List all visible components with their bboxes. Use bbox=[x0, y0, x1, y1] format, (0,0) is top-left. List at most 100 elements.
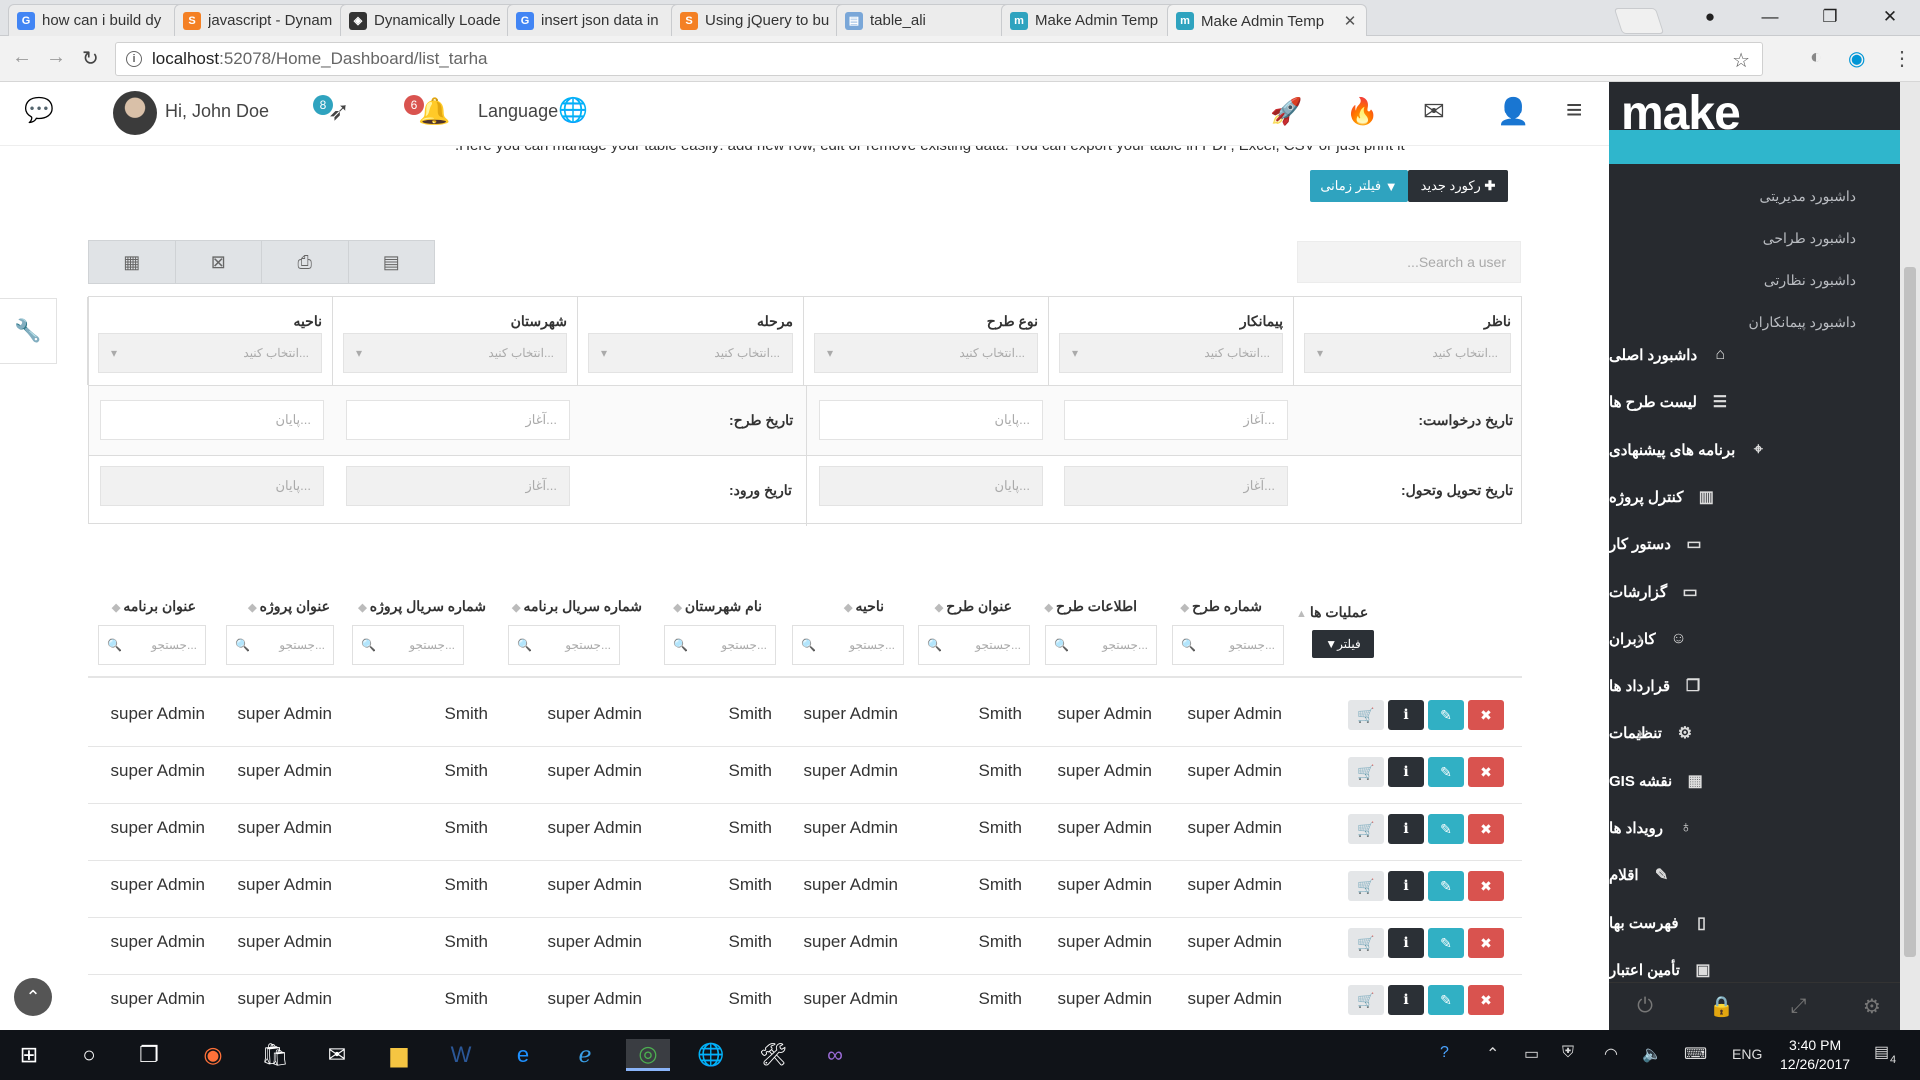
keyboard-icon[interactable]: ⌨ bbox=[1684, 1044, 1707, 1064]
filter-select[interactable]: ▾ انتخاب کنید... bbox=[98, 333, 322, 373]
cart-icon[interactable]: 🛒 bbox=[1348, 985, 1384, 1015]
user-greeting[interactable]: Hi, John Doe bbox=[165, 101, 269, 122]
column-search-input[interactable]: 🔍 جستجو... bbox=[664, 625, 776, 665]
plan-date-start[interactable]: آغاز... bbox=[346, 400, 570, 440]
fullscreen-icon[interactable]: ⤢ bbox=[1791, 995, 1807, 1018]
column-search-input[interactable]: 🔍 جستجو... bbox=[98, 625, 206, 665]
language-selector[interactable]: Language bbox=[478, 101, 558, 122]
column-header[interactable]: عنوان برنامه◆ bbox=[112, 598, 196, 615]
chrome-menu-icon[interactable]: ⋮ bbox=[1892, 46, 1912, 71]
edit-icon[interactable]: ✎ bbox=[1428, 871, 1464, 901]
info-icon[interactable]: i bbox=[1388, 928, 1424, 958]
firefox-icon[interactable]: ◉ bbox=[196, 1039, 230, 1071]
hamburger-menu-icon[interactable]: ≡ bbox=[1566, 94, 1582, 126]
cart-icon[interactable]: 🛒 bbox=[1348, 814, 1384, 844]
url-input[interactable]: i localhost:52078/Home_Dashboard/list_ta… bbox=[115, 42, 1763, 76]
sidebar-item[interactable]: ❐ قرارداد ها bbox=[1609, 671, 1909, 701]
scrollbar-thumb[interactable] bbox=[1904, 267, 1916, 957]
hp-extension-icon[interactable]: ◉ bbox=[1848, 46, 1865, 71]
sidebar-item-dashboard[interactable] bbox=[1609, 130, 1909, 164]
print-icon[interactable]: ⎙ bbox=[262, 241, 349, 283]
request-date-start[interactable]: آغاز... bbox=[1064, 400, 1288, 440]
table-view-icon[interactable]: ▦ bbox=[89, 241, 176, 283]
back-icon[interactable]: ← bbox=[12, 46, 32, 69]
language-indicator[interactable]: ENG bbox=[1732, 1046, 1762, 1062]
chrome-icon[interactable]: ◎ bbox=[626, 1039, 670, 1071]
visual-studio-icon[interactable]: ∞ bbox=[818, 1039, 852, 1071]
reload-icon[interactable]: ↻ bbox=[82, 46, 99, 71]
user-profile-icon[interactable]: 👤 bbox=[1497, 96, 1529, 127]
edit-icon[interactable]: ✎ bbox=[1428, 700, 1464, 730]
file-explorer-icon[interactable]: ▆ bbox=[382, 1039, 416, 1071]
rocket-icon[interactable]: 🚀 bbox=[1270, 96, 1302, 127]
maximize-button[interactable]: ❐ bbox=[1800, 0, 1860, 34]
info-icon[interactable]: i bbox=[1388, 814, 1424, 844]
column-search-input[interactable]: 🔍 جستجو... bbox=[1045, 625, 1157, 665]
power-icon[interactable]: ⏻ bbox=[1637, 995, 1653, 1018]
sidebar-item[interactable]: ▥ کنترل پروژه bbox=[1609, 482, 1909, 512]
column-header[interactable]: عنوان پروژه◆ bbox=[248, 598, 330, 615]
volume-icon[interactable]: 🔈 bbox=[1642, 1044, 1662, 1064]
sidebar-subitem[interactable]: داشبورد پیمانکاران bbox=[1748, 314, 1856, 331]
windows-start-icon[interactable]: ⊞ bbox=[12, 1039, 46, 1071]
column-search-input[interactable]: 🔍 جستجو... bbox=[792, 625, 904, 665]
time-filter-button[interactable]: فیلتر زمانی ▼ bbox=[1310, 170, 1408, 202]
site-info-icon[interactable]: i bbox=[126, 51, 142, 67]
pdf-export-icon[interactable]: ▤ bbox=[349, 241, 435, 283]
shield-icon[interactable]: ⛨ bbox=[1562, 1044, 1574, 1062]
wifi-icon[interactable]: ◠ bbox=[1604, 1044, 1618, 1064]
column-search-input[interactable]: 🔍 جستجو... bbox=[1172, 625, 1284, 665]
sidebar-item[interactable]: ▭ گزارشات bbox=[1609, 577, 1909, 607]
sidebar-item[interactable]: ☰ لیست طرح ها bbox=[1609, 387, 1909, 417]
filter-select[interactable]: ▾ انتخاب کنید... bbox=[814, 333, 1038, 373]
mail-icon[interactable]: ✉ bbox=[320, 1039, 354, 1071]
filter-select[interactable]: ▾ انتخاب کنید... bbox=[1059, 333, 1283, 373]
sidebar-item[interactable]: ☺ کاربران ‹ bbox=[1609, 624, 1909, 654]
extension-icon[interactable]: ◐ bbox=[1810, 46, 1822, 69]
column-header[interactable]: ناحیه◆ bbox=[844, 598, 884, 615]
delete-icon[interactable]: ✖ bbox=[1468, 700, 1504, 730]
column-search-input[interactable]: 🔍 جستجو... bbox=[352, 625, 464, 665]
bookmark-star-icon[interactable]: ☆ bbox=[1732, 48, 1750, 73]
settings-icon[interactable]: ⚙ bbox=[1863, 994, 1881, 1019]
delete-icon[interactable]: ✖ bbox=[1468, 871, 1504, 901]
edit-icon[interactable]: ✎ bbox=[1428, 757, 1464, 787]
sidebar-item[interactable]: ▯ فهرست بها bbox=[1609, 908, 1909, 938]
wrench-icon[interactable]: 🔧 bbox=[0, 298, 57, 364]
filter-select[interactable]: ▾ انتخاب کنید... bbox=[1304, 333, 1511, 373]
system-clock[interactable]: 3:40 PM 12/26/2017 bbox=[1780, 1036, 1850, 1074]
sidebar-item[interactable]: ✎ اقلام bbox=[1609, 860, 1909, 890]
minimize-button[interactable]: — bbox=[1740, 0, 1800, 34]
task-view-icon[interactable]: ❐ bbox=[132, 1039, 166, 1071]
help-icon[interactable]: ? bbox=[1440, 1044, 1449, 1062]
edit-icon[interactable]: ✎ bbox=[1428, 985, 1464, 1015]
new-record-button[interactable]: رکورد جدید ✚ bbox=[1408, 170, 1508, 202]
action-center-icon[interactable]: ▤ bbox=[1874, 1042, 1889, 1062]
globe-icon[interactable]: 🌐 bbox=[558, 96, 588, 125]
column-search-input[interactable]: 🔍 جستجو... bbox=[226, 625, 334, 665]
search-user-input[interactable]: ...Search a user bbox=[1297, 241, 1521, 283]
sidebar-item[interactable]: ▣ تأمین اعتبار bbox=[1609, 955, 1909, 985]
word-icon[interactable]: W bbox=[444, 1039, 478, 1071]
battery-icon[interactable]: ▭ bbox=[1524, 1044, 1539, 1064]
edit-icon[interactable]: ✎ bbox=[1428, 928, 1464, 958]
delete-icon[interactable]: ✖ bbox=[1468, 928, 1504, 958]
column-search-input[interactable]: 🔍 جستجو... bbox=[508, 625, 620, 665]
column-header[interactable]: عنوان طرح◆ bbox=[935, 598, 1012, 615]
column-header[interactable]: شماره سریال برنامه◆ bbox=[512, 598, 642, 615]
close-tab-icon[interactable]: ✕ bbox=[1342, 12, 1358, 30]
cart-icon[interactable]: 🛒 bbox=[1348, 757, 1384, 787]
sidebar-item[interactable]: ♁ رویداد ها bbox=[1609, 813, 1909, 843]
sidebar-item[interactable]: ⌂ داشبورد اصلی bbox=[1609, 340, 1909, 370]
envelope-icon[interactable]: ✉ bbox=[1423, 96, 1445, 127]
cart-icon[interactable]: 🛒 bbox=[1348, 871, 1384, 901]
edge-icon[interactable]: e bbox=[506, 1039, 540, 1071]
edit-icon[interactable]: ✎ bbox=[1428, 814, 1464, 844]
new-tab-button[interactable] bbox=[1613, 8, 1665, 34]
sidebar-item[interactable]: ⚙ تنظیمات ‹ bbox=[1609, 718, 1909, 748]
filter-select[interactable]: ▾ انتخاب کنید... bbox=[588, 333, 793, 373]
sidebar-subitem[interactable]: داشبورد طراحی bbox=[1763, 230, 1856, 247]
entry-date-start[interactable]: آغاز... bbox=[346, 466, 570, 506]
chat-icon[interactable]: 💬 bbox=[24, 96, 54, 125]
filter-select[interactable]: ▾ انتخاب کنید... bbox=[343, 333, 567, 373]
